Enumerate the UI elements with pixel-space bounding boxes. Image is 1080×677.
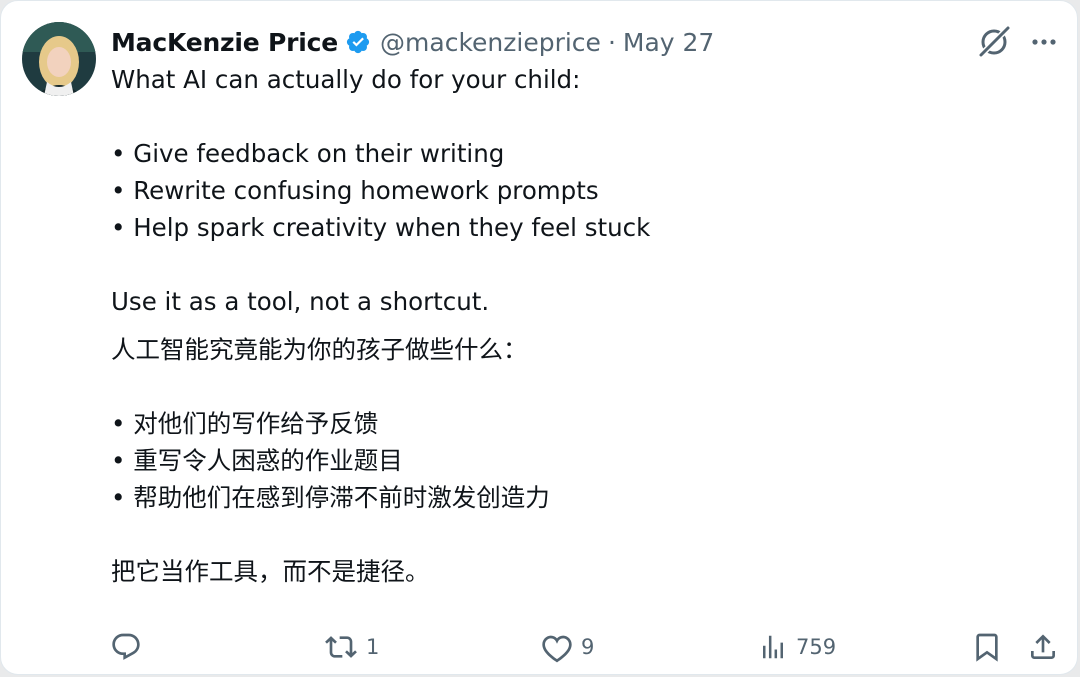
views-count: 759 <box>796 635 837 659</box>
tweet-body: What AI can actually do for your child: … <box>111 61 1051 590</box>
intro-zh: 人工智能究竟能为你的孩子做些什么： <box>111 335 528 364</box>
closing-en: Use it as a tool, not a shortcut. <box>111 287 490 316</box>
bullet-en-2: • Rewrite confusing homework prompts <box>111 176 599 205</box>
verified-badge-icon <box>345 29 371 55</box>
retweet-button[interactable]: 1 <box>324 631 379 663</box>
views-button[interactable]: 759 <box>758 631 836 663</box>
retweet-count: 1 <box>366 635 380 659</box>
avatar[interactable] <box>22 22 96 96</box>
action-bar: 1 9 759 <box>1 621 1080 671</box>
reply-icon <box>109 631 143 663</box>
bullet-en-1: • Give feedback on their writing <box>111 139 505 168</box>
bullet-zh-1: • 对他们的写作给予反馈 <box>111 409 379 438</box>
author-handle[interactable]: @mackenzieprice <box>380 28 601 57</box>
retweet-icon <box>324 631 358 663</box>
tweet-date[interactable]: May 27 <box>623 28 714 57</box>
header-separator: · <box>607 27 616 57</box>
bar-chart-icon <box>758 631 788 663</box>
share-icon <box>1027 631 1059 663</box>
bullet-zh-3: • 帮助他们在感到停滞不前时激发创造力 <box>111 483 550 512</box>
bullet-en-3: • Help spark creativity when they feel s… <box>111 213 651 242</box>
like-count: 9 <box>581 635 595 659</box>
tweet-header: MacKenzie Price @mackenzieprice · May 27 <box>111 25 714 59</box>
tweet-card: MacKenzie Price @mackenzieprice · May 27… <box>0 0 1078 675</box>
intro-en: What AI can actually do for your child: <box>111 65 581 94</box>
heart-icon <box>541 631 573 663</box>
closing-zh: 把它当作工具，而不是捷径。 <box>111 557 430 586</box>
reply-button[interactable] <box>109 631 143 663</box>
more-options-icon[interactable] <box>1027 28 1061 56</box>
like-button[interactable]: 9 <box>541 631 594 663</box>
bookmark-button[interactable] <box>971 631 1003 663</box>
author-name[interactable]: MacKenzie Price <box>111 28 338 57</box>
grok-icon[interactable] <box>975 23 1013 61</box>
share-button[interactable] <box>1027 631 1059 663</box>
bullet-zh-2: • 重写令人困惑的作业题目 <box>111 446 403 475</box>
bookmark-icon <box>971 631 1003 663</box>
